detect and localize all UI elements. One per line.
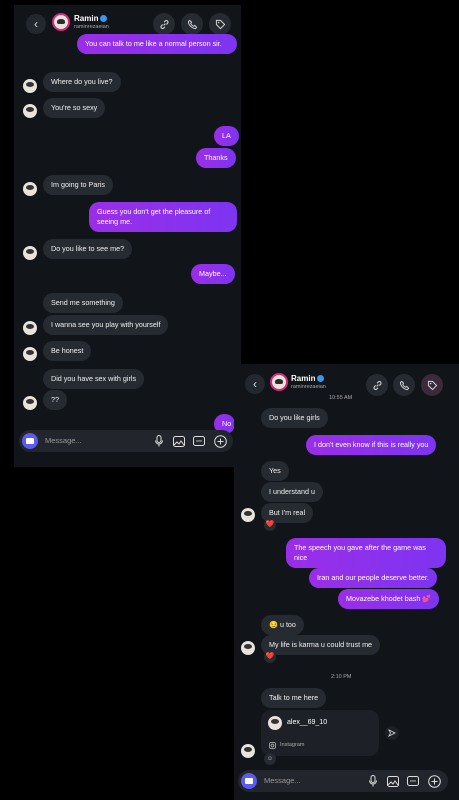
message-bubble-incoming[interactable]: Send me something [43, 293, 123, 313]
instagram-icon [269, 742, 276, 749]
link-icon [373, 380, 381, 390]
back-button[interactable]: ‹ [245, 374, 265, 394]
message-bubble-outgoing[interactable]: Movazebe khodet bash 💕 [338, 589, 440, 609]
tag-icon [427, 380, 437, 390]
camera-button[interactable] [22, 433, 38, 449]
message-bubble-incoming[interactable]: Where do you live? [43, 72, 121, 92]
message-bubble-incoming[interactable]: My life is karma u could trust me [261, 635, 381, 655]
microphone-icon [369, 775, 377, 787]
message-bubble-incoming[interactable]: ?? [43, 390, 67, 410]
message-bubble-incoming[interactable]: Do you like to see me? [43, 239, 133, 259]
send-icon [388, 729, 396, 737]
call-button[interactable] [181, 13, 203, 35]
sender-avatar[interactable] [241, 508, 255, 522]
camera-button[interactable] [241, 773, 257, 789]
sticker-button[interactable] [192, 434, 206, 448]
smile-icon: ☺ [266, 756, 274, 762]
message-bubble-outgoing[interactable]: I don't even know if this is really you [306, 435, 437, 455]
chevron-left-icon: ‹ [34, 17, 38, 31]
back-button[interactable]: ‹ [26, 14, 46, 34]
message-bubble-outgoing[interactable]: You can talk to me like a normal person … [77, 34, 237, 54]
message-bubble-incoming[interactable]: Yes [261, 461, 289, 481]
message-composer: Message... [19, 430, 233, 452]
timestamp: 2:10 PM [331, 674, 352, 680]
image-icon [173, 435, 185, 447]
message-bubble-outgoing[interactable]: LA [214, 126, 239, 146]
plus-circle-icon [427, 774, 441, 788]
chat-panel-2: ‹ Ramin raminrezaeian 10:55 AM Do you li… [234, 364, 459, 800]
message-bubble-incoming[interactable]: You're so sexy [43, 98, 106, 118]
reaction-emoji[interactable]: ☺ [264, 753, 276, 765]
phone-icon [399, 380, 409, 390]
gallery-button[interactable] [172, 434, 186, 448]
link-icon [160, 19, 168, 29]
sender-avatar[interactable] [23, 347, 37, 361]
message-bubble-outgoing[interactable]: Iran and our people deserve better. [309, 568, 437, 588]
message-bubble-incoming[interactable]: Did you have sex with girls [43, 369, 145, 389]
call-button[interactable] [393, 374, 415, 396]
sender-avatar[interactable] [23, 104, 37, 118]
message-bubble-incoming[interactable]: 😏 u too [261, 615, 304, 635]
chat-panel-1: ‹ Ramin raminrezaeian You can talk to me… [14, 5, 241, 467]
link-button[interactable] [366, 374, 388, 396]
add-button[interactable] [427, 774, 441, 788]
heart-reaction[interactable]: ❤️ [264, 519, 276, 531]
message-bubble-incoming[interactable]: Im going to Paris [43, 175, 113, 195]
sender-avatar[interactable] [23, 396, 37, 410]
verified-badge-icon [100, 15, 108, 22]
chat-sticker-icon [407, 775, 419, 786]
contact-handle: raminrezaeian [291, 384, 326, 390]
contact-name[interactable]: Ramin [291, 374, 325, 383]
tag-button[interactable] [421, 374, 443, 396]
profile-avatar[interactable] [52, 13, 70, 31]
phone-icon [187, 19, 197, 29]
sender-avatar[interactable] [241, 641, 255, 655]
chevron-left-icon: ‹ [253, 377, 257, 391]
sender-avatar[interactable] [23, 182, 37, 196]
profile-avatar[interactable] [270, 373, 288, 391]
contact-name[interactable]: Ramin [74, 14, 108, 23]
shared-username: alex__69_10 [287, 719, 328, 726]
message-bubble-incoming[interactable]: I understand u [261, 482, 323, 502]
message-bubble-incoming[interactable]: Talk to me here [261, 688, 327, 708]
tag-button[interactable] [209, 13, 231, 35]
microphone-icon [155, 435, 163, 447]
sender-avatar[interactable] [241, 744, 255, 758]
message-bubble-incoming[interactable]: Do you like girls [261, 408, 328, 428]
add-button[interactable] [213, 434, 227, 448]
sender-avatar[interactable] [23, 246, 37, 260]
sender-avatar[interactable] [23, 321, 37, 335]
message-bubble-outgoing[interactable]: Guess you don't get the pleasure of seei… [89, 202, 237, 232]
message-input[interactable]: Message... [264, 776, 301, 785]
microphone-button[interactable] [152, 434, 166, 448]
tag-icon [215, 19, 225, 29]
chat-sticker-icon [193, 435, 205, 446]
heart-reaction[interactable]: ❤️ [264, 651, 276, 663]
shared-platform: Instagram [280, 742, 305, 748]
microphone-button[interactable] [366, 774, 380, 788]
verified-badge-icon [317, 375, 325, 382]
message-bubble-outgoing[interactable]: Maybe... [191, 264, 235, 284]
message-input[interactable]: Message... [45, 436, 82, 445]
link-button[interactable] [153, 13, 175, 35]
message-bubble-incoming[interactable]: I wanna see you play with yourself [43, 315, 169, 335]
gallery-button[interactable] [386, 774, 400, 788]
shared-profile-card[interactable]: alex__69_10 Instagram [261, 710, 379, 756]
message-bubble-outgoing[interactable]: Thanks [196, 148, 236, 168]
forward-button[interactable] [385, 726, 399, 740]
plus-circle-icon [213, 434, 227, 448]
message-composer: Message... [238, 770, 448, 792]
shared-profile-avatar [268, 716, 282, 730]
image-icon [387, 775, 399, 787]
message-bubble-outgoing[interactable]: The speech you gave after the game was n… [286, 538, 446, 568]
message-bubble-incoming[interactable]: Be honest [43, 341, 92, 361]
timestamp: 10:55 AM [329, 395, 353, 401]
contact-handle: raminrezaeian [74, 24, 109, 30]
sticker-button[interactable] [406, 774, 420, 788]
sender-avatar[interactable] [23, 79, 37, 93]
